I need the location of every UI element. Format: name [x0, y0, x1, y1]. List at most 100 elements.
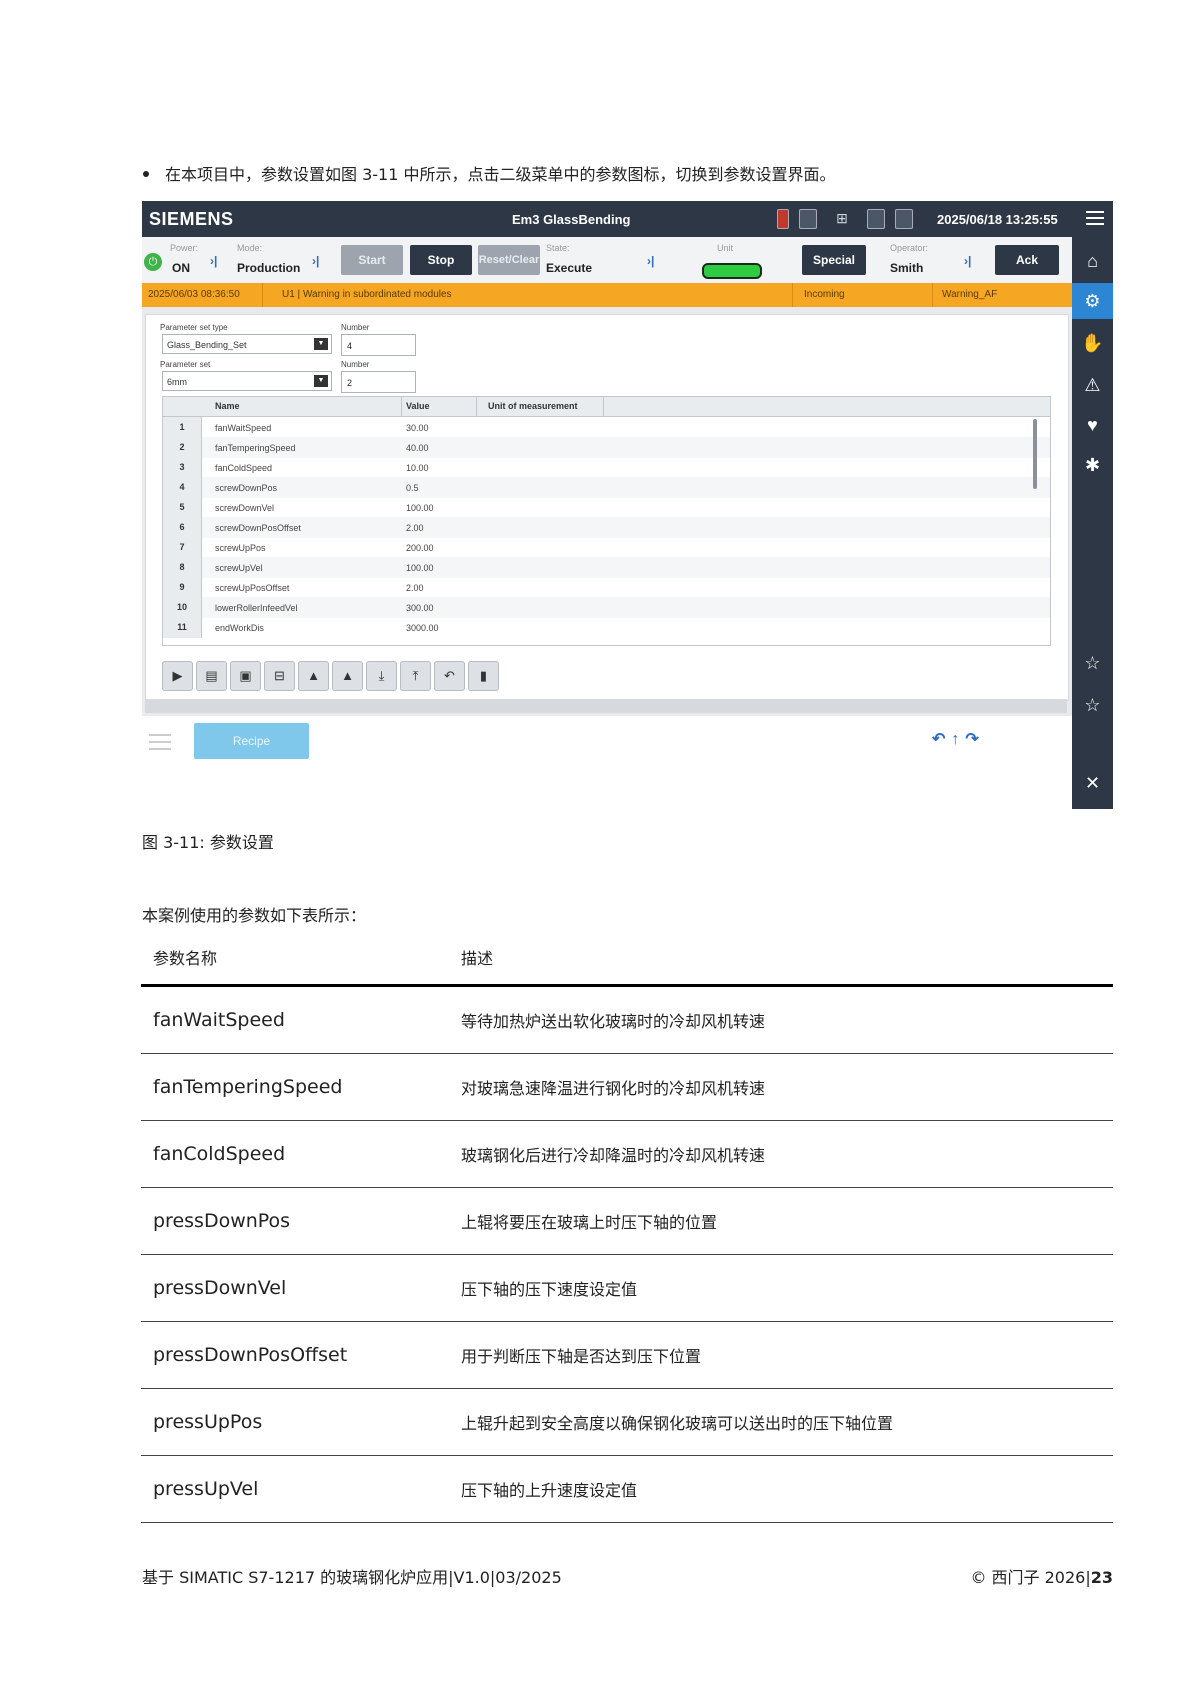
- table-row[interactable]: 1 fanWaitSpeed 30.00: [163, 417, 1050, 438]
- figure-caption: 图 3-11: 参数设置: [142, 833, 274, 852]
- grid-header: Name Value Unit of measurement: [163, 397, 1050, 417]
- copyright-text: © 西门子 2026|: [970, 1568, 1091, 1587]
- start-button[interactable]: Start: [341, 245, 403, 275]
- intro-bullet: 在本项目中，参数设置如图 3-11 中所示，点击二级菜单中的参数图标，切换到参数…: [143, 161, 836, 185]
- table-row[interactable]: 6 screwDownPosOffset 2.00: [163, 517, 1050, 538]
- chevron-down-icon: ▼: [314, 375, 328, 387]
- unit-label: Unit: [717, 243, 734, 253]
- nav-arrows-icon[interactable]: ↶↑↷: [932, 729, 985, 749]
- power-arrow-icon[interactable]: ›|: [210, 254, 217, 268]
- hmi-datetime: 2025/06/18 13:25:55: [937, 212, 1058, 227]
- table-row[interactable]: 11 endWorkDis 3000.00: [163, 617, 1050, 638]
- table-row: fanColdSpeed 玻璃钢化后进行冷却降温时的冷却风机转速: [141, 1120, 1113, 1188]
- reset-clear-button[interactable]: Reset/Clear: [478, 245, 540, 275]
- favorite-star-icon[interactable]: ☆: [1072, 687, 1113, 723]
- param-desc: 用于判断压下轴是否达到压下位置: [449, 1321, 1113, 1389]
- special-button[interactable]: Special: [802, 245, 866, 275]
- param-desc: 对玻璃急速降温进行钢化时的冷却风机转速: [449, 1053, 1113, 1121]
- download-icon[interactable]: ⤓: [366, 661, 397, 691]
- rename-icon[interactable]: ⊟: [264, 661, 295, 691]
- stop-button[interactable]: Stop: [410, 245, 472, 275]
- export-icon[interactable]: ▲: [332, 661, 363, 691]
- alarm-icon[interactable]: ⚠: [1072, 367, 1113, 403]
- alarm-line[interactable]: 2025/06/03 08:36:50 U1 | Warning in subo…: [142, 283, 1072, 307]
- save-as-icon[interactable]: ▣: [230, 661, 261, 691]
- mode-label: Mode:: [237, 243, 263, 253]
- param-desc: 玻璃钢化后进行冷却降温时的冷却风机转速: [449, 1120, 1113, 1188]
- plc-icon[interactable]: [799, 209, 817, 229]
- power-icon: ⏻: [144, 253, 162, 271]
- hamburger-menu-icon[interactable]: [1086, 211, 1104, 229]
- operator-value: Smith: [890, 261, 924, 275]
- alarm-separator: [932, 283, 933, 307]
- table-row[interactable]: 4 screwDownPos 0.5: [163, 477, 1050, 498]
- home-icon[interactable]: ⌂: [1072, 243, 1113, 279]
- upload-icon[interactable]: ⤒: [400, 661, 431, 691]
- recipe-toolbar: ▶ ▤ ▣ ⊟ ▲ ▲ ⤓ ⤒ ↶ ▮: [162, 661, 499, 691]
- table-row: pressDownPos 上辊将要压在玻璃上时压下轴的位置: [141, 1187, 1113, 1255]
- param-name: fanWaitSpeed: [141, 985, 449, 1054]
- alarm-indicator-icon[interactable]: [777, 209, 789, 229]
- diagnostics-icon[interactable]: ♥: [1072, 407, 1113, 443]
- network-icon[interactable]: ⊞: [827, 210, 857, 228]
- table-row[interactable]: 2 fanTemperingSpeed 40.00: [163, 437, 1050, 458]
- footer-copyright: © 西门子 2026|23: [970, 1564, 1113, 1588]
- favorite-star-icon[interactable]: ☆: [1072, 645, 1113, 681]
- set-type-select[interactable]: Glass_Bending_Set ▼: [162, 334, 332, 354]
- set-label: Parameter set: [160, 360, 211, 369]
- number-field-1[interactable]: 4: [341, 334, 416, 356]
- delete-icon[interactable]: ▮: [468, 661, 499, 691]
- network-diagram-icon[interactable]: ✱: [1072, 447, 1113, 483]
- table-row[interactable]: 5 screwDownVel 100.00: [163, 497, 1050, 518]
- power-value: ON: [172, 261, 190, 275]
- parameter-table: 参数名称 描述 fanWaitSpeed 等待加热炉送出软化玻璃时的冷却风机转速 …: [141, 930, 1113, 1523]
- operator-arrow-icon[interactable]: ›|: [964, 254, 971, 268]
- table-row[interactable]: 9 screwUpPosOffset 2.00: [163, 577, 1050, 598]
- table-row[interactable]: 3 fanColdSpeed 10.00: [163, 457, 1050, 478]
- parameter-set-select[interactable]: 6mm ▼: [162, 371, 332, 391]
- set-type-label: Parameter set type: [160, 323, 228, 332]
- header-description: 描述: [449, 930, 1113, 987]
- alarm-state: Incoming: [804, 289, 845, 300]
- footer-doc-title: 基于 SIMATIC S7-1217 的玻璃钢化炉应用|V1.0|03/2025: [142, 1568, 562, 1587]
- manual-hand-icon[interactable]: ✋: [1072, 325, 1113, 361]
- document-icon[interactable]: [895, 209, 913, 229]
- table-row[interactable]: 10 lowerRollerInfeedVel 300.00: [163, 597, 1050, 618]
- set-type-value: Glass_Bending_Set: [167, 340, 247, 350]
- param-name: fanTemperingSpeed: [141, 1053, 449, 1121]
- printer-icon[interactable]: [867, 209, 885, 229]
- new-recipe-icon[interactable]: ▶: [162, 661, 193, 691]
- table-row[interactable]: 8 screwUpVel 100.00: [163, 557, 1050, 578]
- table-row: fanWaitSpeed 等待加热炉送出软化玻璃时的冷却风机转速: [141, 985, 1113, 1054]
- param-desc: 上辊升起到安全高度以确保钢化玻璃可以送出时的压下轴位置: [449, 1388, 1113, 1456]
- param-name: pressUpVel: [141, 1455, 449, 1523]
- import-icon[interactable]: ▲: [298, 661, 329, 691]
- param-name: pressUpPos: [141, 1388, 449, 1456]
- param-name: pressDownVel: [141, 1254, 449, 1322]
- state-label: State:: [546, 243, 570, 253]
- hmi-sidebar: ⌂ ⚙ ✋ ⚠ ♥ ✱ ☆ ☆ ✕: [1072, 237, 1113, 809]
- param-desc: 等待加热炉送出软化玻璃时的冷却风机转速: [449, 985, 1113, 1054]
- undo-icon[interactable]: ↶: [434, 661, 465, 691]
- col-name: Name: [215, 401, 240, 411]
- panel-bottom-strip: [145, 699, 1067, 713]
- number-field-2[interactable]: 2: [341, 371, 416, 393]
- hmi-title: Em3 GlassBending: [512, 212, 631, 227]
- state-arrow-icon[interactable]: ›|: [647, 254, 654, 268]
- tools-icon[interactable]: ✕: [1072, 765, 1113, 801]
- parameter-icon[interactable]: ⚙: [1072, 283, 1113, 319]
- parameter-grid[interactable]: Name Value Unit of measurement 1 fanWaitS…: [162, 396, 1051, 646]
- ack-button[interactable]: Ack: [995, 245, 1059, 275]
- table-row: pressDownPosOffset 用于判断压下轴是否达到压下位置: [141, 1321, 1113, 1389]
- hmi-screenshot: SIEMENS Em3 GlassBending ⊞ 2025/06/18 13…: [142, 201, 1113, 809]
- grid-scrollbar[interactable]: [1033, 419, 1037, 489]
- mode-arrow-icon[interactable]: ›|: [312, 254, 319, 268]
- header-param-name: 参数名称: [141, 930, 449, 987]
- save-icon[interactable]: ▤: [196, 661, 227, 691]
- secondary-menu-icon[interactable]: [149, 734, 171, 755]
- table-row[interactable]: 7 screwUpPos 200.00: [163, 537, 1050, 558]
- col-value: Value: [406, 401, 430, 411]
- recipe-button[interactable]: Recipe: [194, 723, 309, 759]
- parameter-panel: Parameter set type Glass_Bending_Set ▼ N…: [145, 314, 1069, 701]
- table-row: fanTemperingSpeed 对玻璃急速降温进行钢化时的冷却风机转速: [141, 1053, 1113, 1121]
